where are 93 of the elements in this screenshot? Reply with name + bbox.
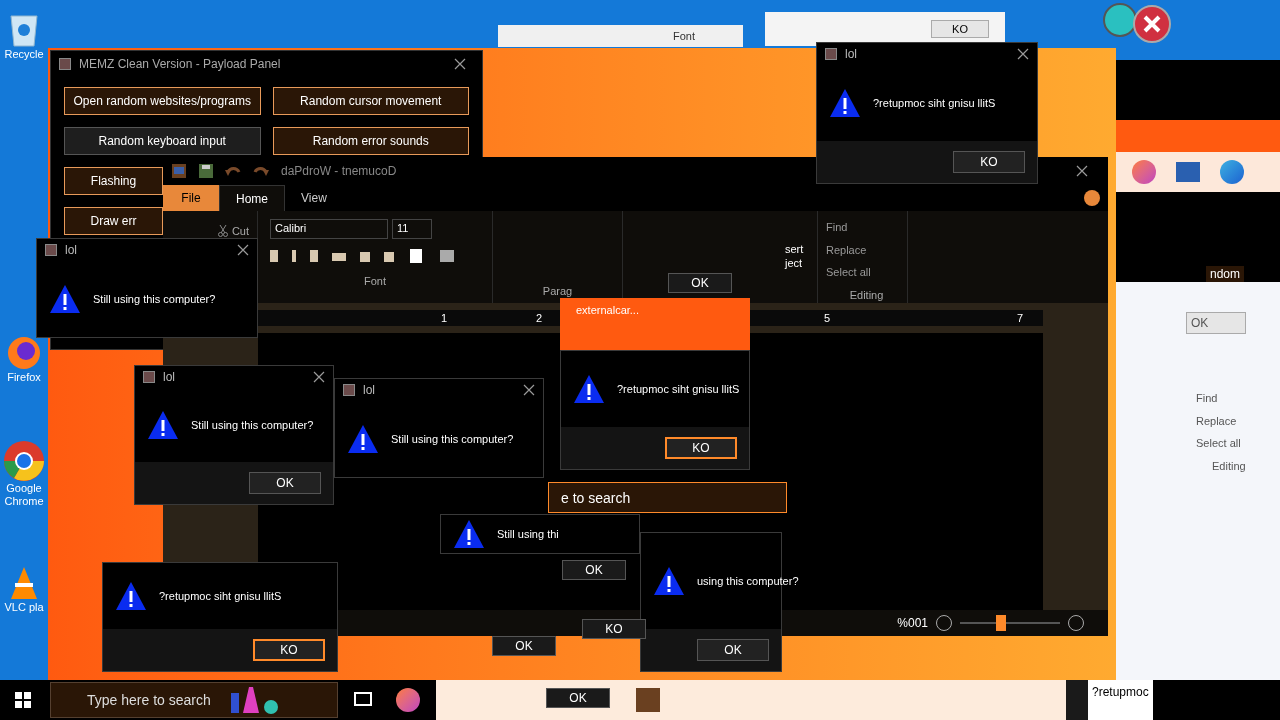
dialog-button[interactable]: KO <box>665 437 737 459</box>
warning-icon <box>49 283 81 315</box>
close-icon[interactable] <box>1017 48 1029 60</box>
editing-command[interactable]: Select all <box>1196 435 1280 452</box>
dialog-message: Still using this computer? <box>93 291 216 307</box>
font-family-field[interactable]: Calibri <box>270 219 388 239</box>
editing-command[interactable]: Select all <box>826 264 907 281</box>
dialog-title: lol <box>845 46 857 62</box>
help-icon[interactable] <box>1084 190 1100 206</box>
group-label: Editing <box>1211 458 1247 474</box>
dialog-button[interactable]: KO <box>582 619 646 639</box>
window-app-icon <box>45 244 57 256</box>
chrome-icon[interactable] <box>3 440 45 482</box>
search-placeholder: Type here to search <box>87 691 211 710</box>
dialog-button[interactable]: OK <box>492 636 556 656</box>
group-label: Parag <box>542 283 573 299</box>
payload-toggle-button[interactable]: Flashing <box>64 167 163 195</box>
dialog-button[interactable]: KO <box>953 151 1025 173</box>
warning-icon <box>653 565 685 597</box>
window-app-icon <box>343 384 355 396</box>
dialog-button[interactable]: OK <box>668 273 732 293</box>
ribbon-tab[interactable]: Home <box>219 185 285 211</box>
editing-command[interactable]: Replace <box>826 241 907 258</box>
undo-icon[interactable] <box>225 164 241 178</box>
window-app-icon <box>825 48 837 60</box>
dialog-button[interactable]: OK <box>546 688 610 708</box>
dialog-message: ?retupmoc siht gnisu llitS <box>873 95 996 111</box>
save-icon[interactable] <box>199 164 213 178</box>
dialog-title: lol <box>163 369 175 385</box>
dialog-title: lol <box>363 382 375 398</box>
dialog-message: Still using this computer? <box>191 417 314 433</box>
dialog-button[interactable]: OK <box>249 472 321 494</box>
payload-toggle-button[interactable]: Random cursor movement <box>272 87 469 115</box>
editing-command[interactable]: Replace <box>1196 412 1280 429</box>
font-size-field[interactable]: 11 <box>392 219 432 239</box>
ruler-number: 5 <box>824 311 831 326</box>
warning-icon <box>147 409 179 441</box>
search-text: e to search <box>561 488 631 508</box>
editing-command[interactable]: Find <box>1196 390 1280 407</box>
warning-icon <box>573 373 605 405</box>
window-app-icon <box>143 371 155 383</box>
desktop-icon-label: VLC pla <box>4 601 44 614</box>
payload-toggle-button[interactable]: Open random websites/programs <box>64 87 261 115</box>
desktop-icon-label: Firefox <box>7 371 41 384</box>
window-text: Font <box>673 28 695 44</box>
dialog-button[interactable]: OK <box>1186 312 1246 334</box>
window-text: ?retupmoc <box>1088 680 1153 720</box>
redo-icon[interactable] <box>253 164 269 178</box>
scissors-icon <box>217 225 228 238</box>
ruler-number: 2 <box>536 311 543 326</box>
payload-toggle-button[interactable]: Random keyboard input <box>64 127 261 155</box>
dialog-message: ?retupmoc siht gnisu llitS <box>617 381 740 397</box>
zoom-percent: %001 <box>897 615 928 631</box>
dialog-title: lol <box>65 242 77 258</box>
file-tab[interactable]: File <box>163 185 219 211</box>
file-label: externalcar... <box>576 303 639 318</box>
ribbon-tab[interactable]: View <box>285 185 343 211</box>
ruler-number: 1 <box>441 311 448 326</box>
dialog-button[interactable]: KO <box>931 20 989 38</box>
close-icon[interactable] <box>237 244 249 256</box>
warning-icon <box>115 580 147 612</box>
desktop-icon-label: Recycle <box>4 48 44 61</box>
dialog-button[interactable]: OK <box>697 639 769 661</box>
dialog-message: Still using thi <box>497 526 559 542</box>
close-icon[interactable] <box>454 58 466 70</box>
warning-icon <box>453 518 485 550</box>
dialog-message: using this computer? <box>697 573 799 589</box>
search-field[interactable]: Type here to search <box>50 682 338 718</box>
dialog-message: ?retupmoc siht gnisu llitS <box>159 588 282 604</box>
group-label: Font <box>363 274 387 289</box>
warning-icon <box>829 87 861 119</box>
group-label: Editing <box>848 287 885 303</box>
close-icon[interactable] <box>313 371 325 383</box>
ruler-number: 7 <box>1017 311 1024 326</box>
close-icon[interactable] <box>1076 165 1088 177</box>
window-title: daPdroW - tnemucoD <box>281 163 397 179</box>
window-fragment <box>1066 680 1088 720</box>
cut-button[interactable]: Cut <box>217 223 249 240</box>
warning-icon <box>347 423 379 455</box>
zoom-slider[interactable] <box>960 615 1060 631</box>
insert-object-label[interactable]: sert ject <box>785 243 809 271</box>
dialog-message: Still using this computer? <box>391 431 514 447</box>
payload-toggle-button[interactable]: Draw err <box>64 207 163 235</box>
window-title: MEMZ Clean Version - Payload Panel <box>79 56 281 72</box>
close-icon[interactable] <box>523 384 535 396</box>
window-app-icon <box>59 58 71 70</box>
wordpad-icon <box>171 163 187 179</box>
editing-command[interactable]: Find <box>826 219 907 236</box>
dialog-button[interactable]: KO <box>253 639 325 661</box>
desktop-icon-label: Google Chrome <box>3 482 45 508</box>
dialog-button[interactable]: OK <box>562 560 626 580</box>
payload-toggle-button[interactable]: Random error sounds <box>272 127 469 155</box>
window-text: ndom <box>1206 266 1245 282</box>
